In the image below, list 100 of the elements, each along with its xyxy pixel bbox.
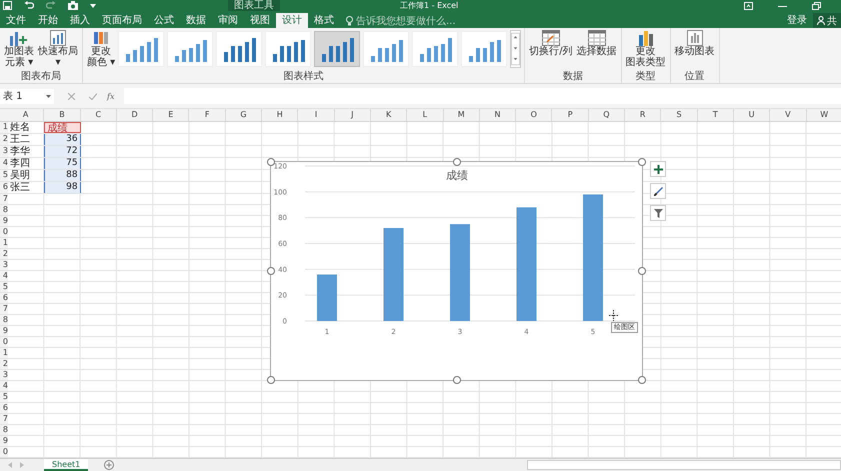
sheet-tab[interactable]: Sheet1: [44, 459, 88, 471]
row-header[interactable]: 2: [0, 249, 8, 259]
column-header[interactable]: W: [806, 109, 841, 121]
ribbon-display-icon[interactable]: [744, 2, 753, 10]
row-header[interactable]: 9: [0, 216, 8, 226]
add-chart-element-button[interactable]: 加图表 元素 ▾: [3, 30, 35, 68]
row-header[interactable]: 0: [0, 227, 8, 237]
column-header[interactable]: K: [370, 109, 408, 121]
row-header[interactable]: 3: [0, 370, 8, 380]
row-header[interactable]: 4: [0, 158, 8, 169]
resize-handle[interactable]: [267, 267, 275, 275]
row-header[interactable]: 8: [0, 205, 8, 215]
ribbon-tab[interactable]: 页面布局: [96, 13, 148, 28]
column-header[interactable]: I: [298, 109, 335, 121]
resize-handle[interactable]: [638, 267, 646, 275]
dropdown-icon[interactable]: [90, 4, 96, 8]
ribbon-tab[interactable]: 格式: [308, 13, 340, 28]
gallery-scrollbar[interactable]: [510, 30, 522, 68]
column-header[interactable]: G: [226, 109, 262, 121]
column-header[interactable]: Q: [588, 109, 626, 121]
camera-icon[interactable]: [68, 1, 78, 10]
brush-icon[interactable]: [650, 183, 666, 199]
row-header[interactable]: 1: [0, 348, 8, 358]
row-header[interactable]: 2: [0, 134, 8, 145]
row-header[interactable]: 6: [0, 293, 8, 303]
row-header[interactable]: 8: [0, 315, 8, 325]
row-header[interactable]: 5: [0, 282, 8, 292]
column-header[interactable]: L: [407, 109, 444, 121]
column-header[interactable]: E: [153, 109, 190, 121]
check-icon[interactable]: [89, 92, 97, 100]
save-icon[interactable]: [3, 1, 12, 10]
resize-handle[interactable]: [452, 158, 460, 166]
row-header[interactable]: 4: [0, 271, 8, 281]
column-header[interactable]: M: [444, 109, 480, 121]
ribbon-tab[interactable]: 文件: [0, 13, 32, 28]
filter-icon[interactable]: [650, 205, 666, 221]
column-header[interactable]: P: [552, 109, 589, 121]
ribbon-tab[interactable]: 公式: [148, 13, 180, 28]
undo-icon[interactable]: [24, 1, 34, 10]
row-header[interactable]: 6: [0, 182, 8, 193]
row-header[interactable]: 8: [0, 425, 8, 435]
move-chart-button[interactable]: 移动图表: [674, 30, 716, 57]
ribbon-tab[interactable]: 插入: [64, 13, 96, 28]
row-header[interactable]: 9: [0, 326, 8, 336]
row-header[interactable]: 7: [0, 304, 8, 314]
row-header[interactable]: 3: [0, 260, 8, 270]
row-header[interactable]: 4: [0, 381, 8, 391]
resize-handle[interactable]: [638, 376, 646, 384]
row-header[interactable]: 0: [0, 447, 8, 457]
row-header[interactable]: 3: [0, 146, 8, 157]
horizontal-scrollbar[interactable]: [527, 460, 841, 470]
row-header[interactable]: 2: [0, 359, 8, 369]
column-header[interactable]: J: [334, 109, 371, 121]
change-colors-button[interactable]: 更改 颜色 ▾: [86, 30, 116, 68]
ribbon-tab[interactable]: 视图: [244, 13, 276, 28]
row-header[interactable]: 5: [0, 170, 8, 181]
redo-icon[interactable]: [46, 1, 56, 10]
name-box[interactable]: 表 1: [0, 88, 54, 104]
resize-handle[interactable]: [267, 376, 275, 384]
column-header[interactable]: F: [189, 109, 226, 121]
column-header[interactable]: V: [770, 109, 807, 121]
row-header[interactable]: 1: [0, 238, 8, 248]
column-header[interactable]: R: [625, 109, 662, 121]
ribbon-tab[interactable]: 数据: [180, 13, 212, 28]
column-header[interactable]: O: [516, 109, 552, 121]
resize-handle[interactable]: [638, 158, 646, 166]
column-header[interactable]: S: [661, 109, 698, 121]
ribbon-tab[interactable]: 审阅: [212, 13, 244, 28]
ribbon-tab[interactable]: 设计: [276, 13, 308, 28]
row-header[interactable]: 7: [0, 414, 8, 424]
column-header[interactable]: H: [262, 109, 298, 121]
column-header[interactable]: U: [734, 109, 770, 121]
row-header[interactable]: 1: [0, 122, 8, 133]
column-header[interactable]: N: [480, 109, 516, 121]
column-header[interactable]: B: [44, 109, 81, 121]
row-header[interactable]: 7: [0, 194, 8, 204]
add-sheet-icon[interactable]: [104, 460, 114, 470]
column-header[interactable]: A: [8, 109, 44, 121]
sign-in-link[interactable]: 登录: [787, 13, 807, 28]
row-header[interactable]: 5: [0, 392, 8, 402]
tell-me-field[interactable]: 告诉我您想要做什么...: [346, 13, 456, 28]
resize-handle[interactable]: [267, 158, 275, 166]
resize-handle[interactable]: [452, 376, 460, 384]
share-button[interactable]: 共: [813, 13, 841, 28]
select-data-button[interactable]: 选择数据: [576, 30, 618, 57]
column-header[interactable]: C: [80, 109, 117, 121]
column-header[interactable]: D: [116, 109, 154, 121]
row-header[interactable]: 6: [0, 403, 8, 413]
chart-style-thumbnail[interactable]: [314, 31, 360, 67]
quick-layout-button[interactable]: 快速布局 ▾: [37, 30, 79, 68]
add-element-icon[interactable]: [650, 161, 666, 177]
row-header[interactable]: 0: [0, 337, 8, 347]
change-chart-type-button[interactable]: 更改 图表类型: [624, 30, 667, 68]
function-button[interactable]: fx: [107, 92, 114, 100]
row-header[interactable]: 9: [0, 436, 8, 446]
switch-row-column-button[interactable]: 切换行/列: [528, 30, 574, 57]
ribbon-tab[interactable]: 开始: [32, 13, 64, 28]
table-cell-text: 姓名: [9, 122, 31, 133]
restore-icon[interactable]: [812, 2, 821, 10]
column-header[interactable]: T: [698, 109, 734, 121]
